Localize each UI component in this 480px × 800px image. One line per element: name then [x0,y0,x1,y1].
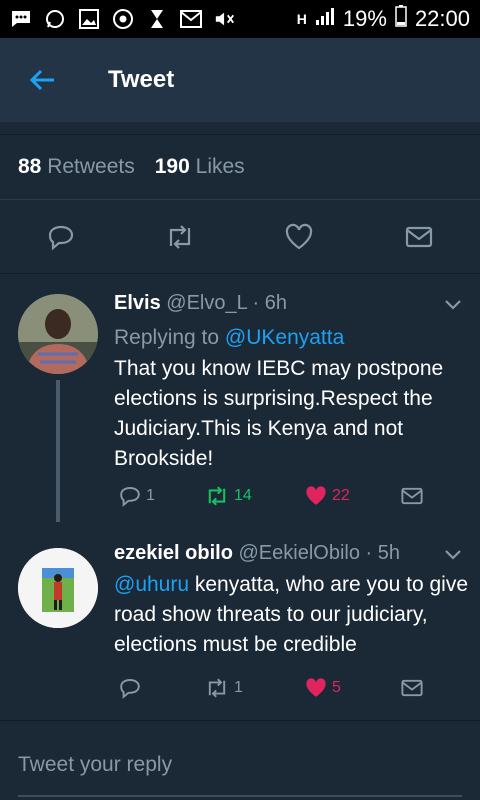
heart-icon [285,223,313,250]
clock: 22:00 [414,6,470,31]
like-button[interactable] [284,222,314,252]
tweet-actions: 1 14 22 [114,484,454,514]
reply-input[interactable]: Tweet your reply [18,753,172,777]
status-bar: H 19% 22:00 [0,0,480,38]
retweet-icon [208,678,226,698]
message-icon [10,8,32,30]
battery-percent: 19% [342,6,387,31]
likes-count: 190 [154,155,190,178]
tweet-mention[interactable]: @uhuru [114,573,189,596]
hourglass-icon [146,8,168,30]
reply-count: 1 [146,487,155,504]
replying-to-mention[interactable]: @UKenyatta [225,326,344,349]
heart-icon [306,678,326,697]
reply-icon [120,679,140,699]
reply-tweet[interactable]: ezekiel obilo @EekielObilo · 5h @uhuru k… [0,542,480,720]
back-button[interactable] [0,38,84,122]
like-button[interactable]: 5 [304,676,341,700]
tweet-menu-button[interactable] [444,298,462,316]
reply-composer[interactable]: Tweet your reply [0,720,480,800]
signal-icon [315,6,335,32]
tweet-stats: 88 Retweets 190 Likes [0,134,480,200]
tweet-time: · 5h [365,542,400,564]
likes-stat[interactable]: 190 Likes [155,155,245,179]
retweets-count: 88 [18,155,42,178]
replying-to-prefix: Replying to [114,326,225,349]
dm-button[interactable] [400,676,424,700]
replying-to: Replying to @UKenyatta [114,326,344,350]
tweet-header: Elvis @Elvo_L · 6h [114,292,287,315]
retweet-icon [169,225,191,249]
reply-icon [120,487,140,507]
app-bar: Tweet [0,38,480,122]
avatar[interactable] [18,548,98,628]
gmail-icon [180,8,202,30]
dm-button[interactable] [400,484,424,508]
envelope-icon [405,226,433,248]
retweet-button[interactable]: 14 [204,484,252,508]
gallery-icon [78,8,100,30]
retweet-button[interactable] [164,222,194,252]
avatar-photo [18,548,98,628]
tweet-actions: 1 5 [114,676,454,706]
retweet-icon [208,486,226,506]
envelope-icon [401,679,423,697]
whatsapp-icon [44,8,66,30]
reply-button[interactable]: 1 [118,484,155,508]
tweet-text: That you know IEBC may postpone election… [114,357,444,470]
reply-button[interactable] [46,222,76,252]
tweet-header: ezekiel obilo @EekielObilo · 5h [114,542,400,565]
mute-icon [214,8,236,30]
chevron-down-icon [445,550,461,560]
page-title: Tweet [108,66,175,93]
reply-tweet[interactable]: Elvis @Elvo_L · 6h Replying to @UKenyatt… [0,292,480,522]
avatar-photo [18,294,98,374]
chevron-down-icon [445,300,461,310]
author-handle[interactable]: @EekielObilo [239,542,360,564]
retweet-button[interactable]: 1 [204,676,243,700]
author-handle[interactable]: @Elvo_L [166,292,247,314]
author-name[interactable]: Elvis [114,292,161,314]
likes-label: Likes [195,155,245,178]
retweet-count: 1 [234,679,243,696]
back-arrow-icon [29,69,54,91]
envelope-icon [401,487,423,505]
retweets-stat[interactable]: 88 Retweets [18,155,135,179]
dm-button[interactable] [404,222,434,252]
like-count: 22 [332,487,350,504]
thread-line [56,380,60,522]
avatar[interactable] [18,294,98,374]
like-button[interactable]: 22 [304,484,350,508]
reply-icon [48,225,74,251]
retweet-count: 14 [234,487,252,504]
tweet-text: @uhuru kenyatta, who are you to give roa… [114,570,470,660]
tweet-time: · 6h [252,292,288,314]
heart-icon [306,486,326,505]
tweet-menu-button[interactable] [444,548,462,566]
reply-button[interactable] [118,676,146,700]
like-count: 5 [332,679,341,696]
input-underline [18,795,462,797]
retweets-label: Retweets [47,155,135,178]
network-type: H [296,11,307,27]
author-name[interactable]: ezekiel obilo [114,542,233,564]
battery-icon [395,5,407,33]
tweet-action-bar [0,200,480,274]
chrome-icon [112,8,134,30]
